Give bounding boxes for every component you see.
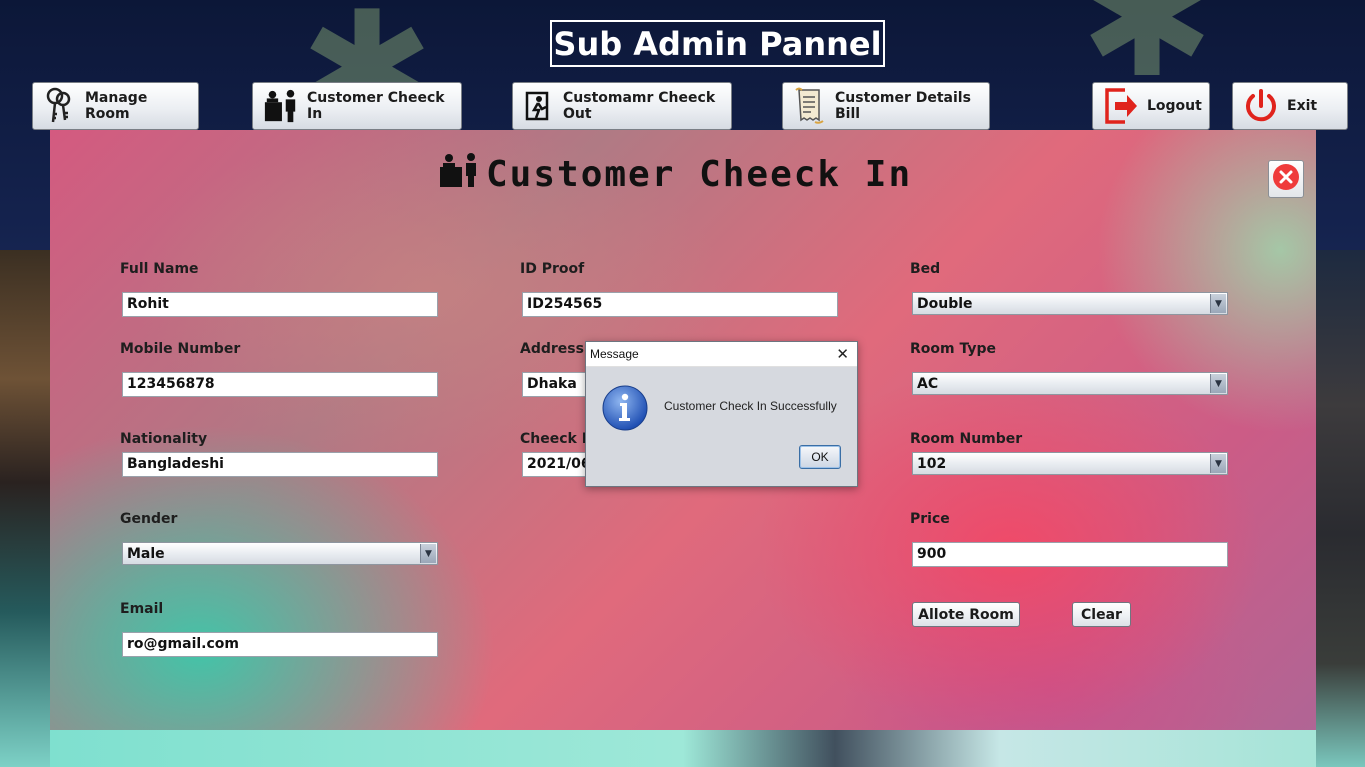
manage-room-button[interactable]: Manage Room <box>32 82 199 130</box>
gender-value: Male <box>127 545 165 562</box>
close-icon[interactable]: ✕ <box>836 346 849 362</box>
panel-title-text: Customer Cheeck In <box>486 153 913 195</box>
receipt-icon <box>793 87 827 124</box>
customer-details-bill-button[interactable]: Customer Details Bill <box>782 82 990 130</box>
dialog-title: Message <box>590 347 639 361</box>
chevron-down-icon[interactable]: ▼ <box>1210 294 1226 313</box>
exit-person-icon <box>523 88 555 124</box>
dialog-message: Customer Check In Successfully <box>664 399 837 413</box>
gender-select[interactable]: Male ▼ <box>122 542 438 565</box>
email-label: Email <box>120 601 164 617</box>
bed-value: Double <box>917 295 973 312</box>
app-title: Sub Admin Pannel <box>550 20 885 67</box>
customer-checkin-nav-button[interactable]: Customer Cheeck In <box>252 82 462 130</box>
room-type-value: AC <box>917 375 939 392</box>
bed-label: Bed <box>910 261 941 277</box>
nationality-label: Nationality <box>120 431 208 447</box>
chevron-down-icon[interactable]: ▼ <box>420 544 436 563</box>
email-field[interactable]: ro@gmail.com <box>122 632 438 657</box>
exit-label: Exit <box>1287 98 1318 114</box>
customer-checkout-nav-button[interactable]: Customamr Cheeck Out <box>512 82 732 130</box>
logout-button[interactable]: Logout <box>1092 82 1210 130</box>
full-name-label: Full Name <box>120 261 199 277</box>
keys-icon <box>43 87 77 124</box>
logout-label: Logout <box>1147 98 1202 114</box>
mobile-number-field[interactable]: 123456878 <box>122 372 438 397</box>
room-type-select[interactable]: AC ▼ <box>912 372 1228 395</box>
clear-button[interactable]: Clear <box>1072 602 1131 627</box>
id-proof-field[interactable]: ID254565 <box>522 292 838 317</box>
logout-icon <box>1103 88 1139 124</box>
room-number-label: Room Number <box>910 431 1023 447</box>
info-icon <box>601 384 649 432</box>
background-building-right <box>1315 250 1365 767</box>
room-number-value: 102 <box>917 455 947 472</box>
reception-icon <box>263 88 299 124</box>
price-label: Price <box>910 511 950 527</box>
dialog-titlebar: Message ✕ <box>586 342 857 367</box>
room-number-select[interactable]: 102 ▼ <box>912 452 1228 475</box>
bed-select[interactable]: Double ▼ <box>912 292 1228 315</box>
chevron-down-icon[interactable]: ▼ <box>1210 374 1226 393</box>
ok-button[interactable]: OK <box>799 445 841 469</box>
customer-checkout-nav-label: Customamr Cheeck Out <box>563 90 716 122</box>
reception-icon <box>438 152 480 197</box>
close-panel-button[interactable] <box>1268 160 1304 198</box>
customer-checkin-nav-label: Customer Cheeck In <box>307 90 445 122</box>
manage-room-label: Manage Room <box>85 90 148 122</box>
price-field[interactable]: 900 <box>912 542 1228 567</box>
chevron-down-icon[interactable]: ▼ <box>1210 454 1226 473</box>
background-building-left <box>0 250 50 767</box>
exit-button[interactable]: Exit <box>1232 82 1348 130</box>
full-name-field[interactable]: Rohit <box>122 292 438 317</box>
room-type-label: Room Type <box>910 341 997 357</box>
gender-label: Gender <box>120 511 178 527</box>
nationality-field[interactable]: Bangladeshi <box>122 452 438 477</box>
panel-title: Customer Cheeck In <box>438 150 912 198</box>
message-dialog: Message ✕ Customer Check In Successfully… <box>585 341 858 487</box>
address-label: Address <box>520 341 584 357</box>
power-icon <box>1243 88 1279 124</box>
mobile-number-label: Mobile Number <box>120 341 241 357</box>
background-pool <box>50 730 1316 767</box>
id-proof-label: ID Proof <box>520 261 585 277</box>
close-icon <box>1272 163 1300 196</box>
allote-room-button[interactable]: Allote Room <box>912 602 1020 627</box>
customer-details-bill-label: Customer Details Bill <box>835 90 971 122</box>
